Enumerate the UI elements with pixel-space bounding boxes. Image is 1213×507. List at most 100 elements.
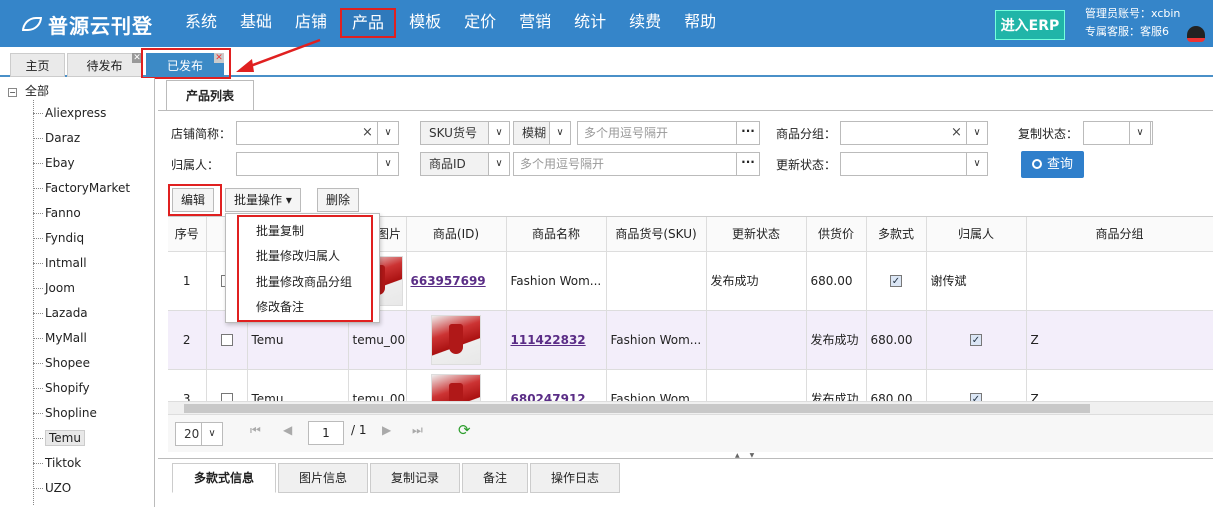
status-cell: 发布成功 bbox=[706, 251, 807, 311]
nav-item-system[interactable]: 系统 bbox=[175, 0, 227, 47]
tree-item-lazada[interactable]: Lazada bbox=[33, 303, 88, 323]
chevron-down-icon[interactable]: ∨ bbox=[966, 152, 988, 176]
tab-product-list[interactable]: 产品列表 bbox=[166, 80, 254, 110]
chevron-down-icon[interactable]: ∨ bbox=[377, 121, 399, 145]
tree-item-mymall[interactable]: MyMall bbox=[33, 328, 87, 348]
chevron-down-icon[interactable]: ∨ bbox=[377, 152, 399, 176]
owner-cell: Z bbox=[1026, 369, 1213, 401]
tab-variant-info[interactable]: 多款式信息 bbox=[172, 463, 276, 493]
tab-published[interactable]: 已发布 ✕ bbox=[146, 53, 224, 77]
nav-item-stats[interactable]: 统计 bbox=[564, 0, 616, 47]
nav-item-help[interactable]: 帮助 bbox=[674, 0, 726, 47]
owner-select[interactable] bbox=[236, 152, 399, 176]
menu-item-batch-owner[interactable]: 批量修改归属人 bbox=[256, 247, 340, 264]
sku-input[interactable]: 多个用逗号隔开 bbox=[577, 121, 757, 145]
nav-item-product[interactable]: 产品 bbox=[340, 8, 397, 38]
tree-item-shopline[interactable]: Shopline bbox=[33, 403, 97, 423]
enter-erp-button[interactable]: 进入ERP bbox=[995, 10, 1065, 40]
tree-item-temu[interactable]: Temu bbox=[33, 428, 85, 448]
product-image[interactable] bbox=[431, 373, 481, 401]
clear-icon[interactable]: × bbox=[362, 125, 373, 140]
tree-item-daraz[interactable]: Daraz bbox=[33, 128, 80, 148]
chevron-down-icon[interactable]: ∨ bbox=[1129, 121, 1151, 145]
nav-item-shop[interactable]: 店铺 bbox=[285, 0, 337, 47]
table-row[interactable]: 3 Temu temu_002 680247912 Fashion Wom...… bbox=[168, 369, 1213, 401]
page-input[interactable]: 1 bbox=[308, 421, 344, 445]
query-button[interactable]: 查询 bbox=[1021, 151, 1084, 178]
row-checkbox[interactable] bbox=[220, 334, 233, 346]
refresh-icon[interactable]: ⟳ bbox=[458, 421, 471, 439]
chevron-down-icon[interactable]: ∨ bbox=[488, 152, 510, 176]
tree-item-joom[interactable]: Joom bbox=[33, 278, 75, 298]
menu-item-batch-copy[interactable]: 批量复制 bbox=[256, 222, 304, 239]
first-page-icon[interactable]: ⏮ bbox=[250, 423, 261, 438]
col-header[interactable]: 多款式 bbox=[866, 217, 927, 252]
menu-item-edit-remark[interactable]: 修改备注 bbox=[256, 298, 304, 315]
col-header[interactable]: 商品名称 bbox=[506, 217, 607, 252]
tree-root[interactable]: − 全部 bbox=[8, 82, 49, 99]
nav-item-marketing[interactable]: 营销 bbox=[509, 0, 561, 47]
scrollbar-thumb[interactable] bbox=[184, 404, 1090, 413]
batch-operations-label: 批量操作 bbox=[234, 193, 283, 207]
tab-remarks[interactable]: 备注 bbox=[462, 463, 528, 493]
delete-button[interactable]: 删除 bbox=[317, 188, 360, 212]
tab-copy-records[interactable]: 复制记录 bbox=[370, 463, 460, 493]
next-page-icon[interactable]: ▶ bbox=[382, 423, 391, 437]
nav-item-renew[interactable]: 续费 bbox=[619, 0, 671, 47]
tab-home[interactable]: 主页 bbox=[10, 53, 65, 77]
close-icon[interactable]: ✕ bbox=[214, 53, 224, 63]
tree-item-tiktok[interactable]: Tiktok bbox=[33, 453, 81, 473]
nav-item-template[interactable]: 模板 bbox=[399, 0, 451, 47]
close-icon[interactable]: ✕ bbox=[132, 53, 142, 63]
tree-item-shopee[interactable]: Shopee bbox=[33, 353, 90, 373]
shop-select[interactable] bbox=[236, 121, 379, 145]
prev-page-icon[interactable]: ◀ bbox=[283, 423, 292, 437]
tree-item-fanno[interactable]: Fanno bbox=[33, 203, 81, 223]
collapse-icon[interactable]: − bbox=[8, 88, 17, 97]
col-header[interactable]: 供货价 bbox=[806, 217, 867, 252]
product-name-cell: Fashion Wom... bbox=[606, 369, 707, 401]
nav-item-basic[interactable]: 基础 bbox=[230, 0, 282, 47]
col-header[interactable]: 商品货号(SKU) bbox=[606, 217, 707, 252]
nav-item-pricing[interactable]: 定价 bbox=[454, 0, 506, 47]
tab-image-info[interactable]: 图片信息 bbox=[278, 463, 368, 493]
col-header[interactable]: 归属人 bbox=[926, 217, 1027, 252]
tree-item-fyndiq[interactable]: Fyndiq bbox=[33, 228, 84, 248]
tree-root-label: 全部 bbox=[25, 84, 50, 98]
batch-operations-button[interactable]: 批量操作 ▾ bbox=[225, 188, 301, 212]
col-header[interactable]: 更新状态 bbox=[706, 217, 807, 252]
chevron-down-icon[interactable]: ∨ bbox=[201, 422, 223, 446]
product-id-link[interactable]: 680247912 bbox=[511, 392, 586, 402]
leaf-logo-icon bbox=[22, 17, 42, 31]
update-status-select[interactable] bbox=[840, 152, 986, 176]
group-select[interactable] bbox=[840, 121, 986, 145]
col-header[interactable]: 序号 bbox=[168, 217, 207, 252]
id-input[interactable]: 多个用逗号隔开 bbox=[513, 152, 757, 176]
chevron-down-icon[interactable]: ∨ bbox=[488, 121, 510, 145]
tree-item-aliexpress[interactable]: Aliexpress bbox=[33, 103, 106, 123]
edit-button[interactable]: 编辑 bbox=[172, 188, 215, 212]
qq-icon[interactable] bbox=[1187, 26, 1205, 42]
tree-item-intmall[interactable]: Intmall bbox=[33, 253, 87, 273]
more-button[interactable]: ··· bbox=[736, 152, 760, 176]
product-id-link[interactable]: 663957699 bbox=[411, 274, 486, 288]
chevron-down-icon[interactable]: ∨ bbox=[966, 121, 988, 145]
row-checkbox[interactable] bbox=[220, 393, 233, 401]
col-header[interactable]: 商品分组 bbox=[1026, 217, 1213, 252]
menu-item-batch-group[interactable]: 批量修改商品分组 bbox=[256, 273, 352, 290]
chevron-down-icon[interactable]: ∨ bbox=[549, 121, 571, 145]
last-page-icon[interactable]: ⏭ bbox=[412, 423, 423, 438]
update-status-label: 更新状态： bbox=[776, 158, 837, 172]
tab-operation-log[interactable]: 操作日志 bbox=[530, 463, 620, 493]
tree-item-uzo[interactable]: UZO bbox=[33, 478, 71, 498]
tree-item-ebay[interactable]: Ebay bbox=[33, 153, 75, 173]
tree-item-shopify[interactable]: Shopify bbox=[33, 378, 90, 398]
clear-icon[interactable]: × bbox=[951, 125, 962, 140]
col-header[interactable]: 商品(ID) bbox=[406, 217, 507, 252]
product-image[interactable] bbox=[431, 314, 481, 365]
product-id-link[interactable]: 111422832 bbox=[511, 333, 586, 347]
more-button[interactable]: ··· bbox=[736, 121, 760, 145]
tab-pending[interactable]: 待发布 ✕ bbox=[67, 53, 142, 77]
tree-item-factorymarket[interactable]: FactoryMarket bbox=[33, 178, 130, 198]
horizontal-scrollbar[interactable] bbox=[168, 401, 1213, 414]
